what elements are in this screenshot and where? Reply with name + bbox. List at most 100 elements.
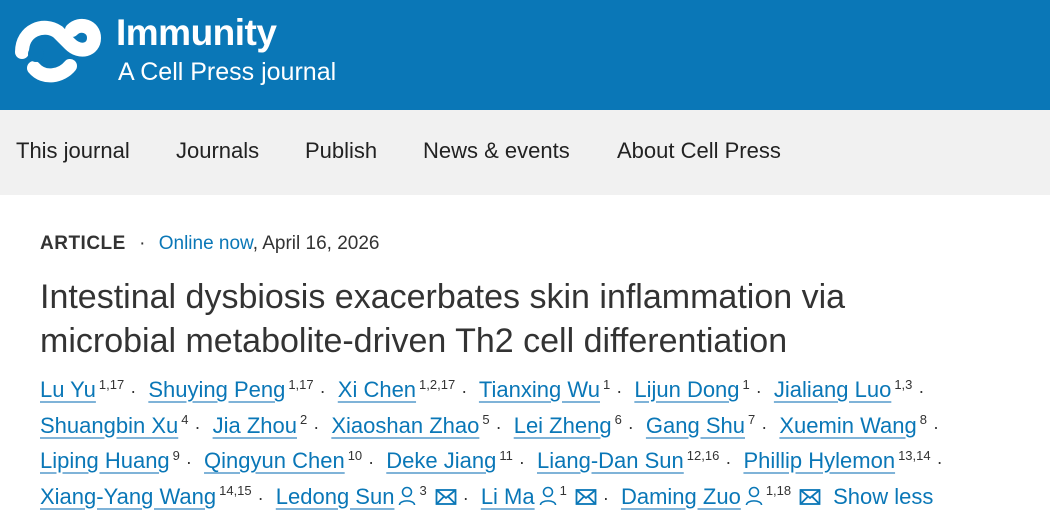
nav-news-events[interactable]: News & events [423,138,570,164]
affiliation-number[interactable]: 1,3 [894,377,912,392]
affiliation-number[interactable]: 1 [743,377,750,392]
nav-about-cell-press[interactable]: About Cell Press [617,138,781,164]
author-separator: · [518,452,525,472]
author-name-link[interactable]: Deke Jiang [386,448,496,473]
author-name-link[interactable]: Ledong Sun [276,484,395,509]
nav-this-journal[interactable]: This journal [16,138,130,164]
nav-journals[interactable]: Journals [176,138,259,164]
author-separator: · [602,487,609,508]
affiliation-number[interactable]: 9 [173,448,180,463]
person-icon[interactable] [539,482,557,517]
article-title-line-1: Intestinal dysbiosis exacerbates skin in… [40,278,846,316]
author-name-link[interactable]: Phillip Hylemon [743,448,895,473]
email-icon[interactable] [435,482,457,517]
journal-title[interactable]: Immunity [116,12,277,54]
author-entry: Shuangbin Xu 4 [40,413,188,438]
author-name-link[interactable]: Xuemin Wang [779,413,916,438]
author-separator: · [185,452,192,472]
affiliation-number[interactable]: 14,15 [219,483,252,498]
author-name-link[interactable]: Shuangbin Xu [40,413,178,438]
show-less-button[interactable]: Show less [833,484,933,509]
author-separator: · [194,416,201,437]
author-entry: Lu Yu 1,17 [40,377,124,402]
author-separator: · [495,416,502,437]
author-separator: · [319,381,326,401]
affiliation-number[interactable]: 3 [419,483,426,498]
author-name-link[interactable]: Li Ma [481,484,535,509]
author-entry: Shuying Peng 1,17 [148,377,313,402]
affiliation-number[interactable]: 1,17 [99,377,124,392]
affiliation-number[interactable]: 1,18 [766,483,791,498]
affiliation-number[interactable]: 5 [482,412,489,427]
author-list: Lu Yu 1,17 · Shuying Peng 1,17 · Xi Chen 1,2,… [40,373,1040,516]
author-separator: · [761,416,768,437]
affiliation-number[interactable]: 10 [348,448,362,463]
affiliation-number[interactable]: 2 [300,412,307,427]
author-separator: · [313,416,320,437]
author-entry: Xuemin Wang 8 [779,413,927,438]
affiliation-number[interactable]: 1,17 [288,377,313,392]
affiliation-number[interactable]: 1 [560,483,567,498]
author-entry: Xi Chen 1,2,17 [338,377,455,402]
author-entry: Xiang-Yang Wang 14,15 [40,484,252,509]
author-separator: · [462,487,469,508]
author-entry: Liping Huang 9 [40,448,180,473]
article-title-line-2: microbial metabolite-driven Th2 cell dif… [40,322,788,360]
affiliation-number[interactable]: 1 [603,377,610,392]
affiliation-number[interactable]: 4 [181,412,188,427]
author-name-link[interactable]: Lu Yu [40,377,96,402]
person-icon[interactable] [398,482,416,517]
author-separator: · [725,452,732,472]
author-name-link[interactable]: Lei Zheng [514,413,612,438]
affiliation-number[interactable]: 7 [748,412,755,427]
nav-publish[interactable]: Publish [305,138,377,164]
journal-subtitle: A Cell Press journal [118,58,337,86]
author-name-link[interactable]: Xi Chen [338,377,416,402]
author-separator: · [616,381,623,401]
author-name-link[interactable]: Xiaoshan Zhao [331,413,479,438]
main-nav: This journal Journals Publish News & eve… [0,110,1050,195]
affiliation-number[interactable]: 8 [920,412,927,427]
person-icon[interactable] [745,482,763,517]
author-separator: · [368,452,375,472]
author-entry: Phillip Hylemon 13,14 [743,448,930,473]
author-separator: · [755,381,762,401]
author-entry: Jialiang Luo 1,3 [774,377,913,402]
author-name-link[interactable]: Lijun Dong [634,377,739,402]
author-entry: Lijun Dong 1 [634,377,749,402]
author-name-link[interactable]: Liping Huang [40,448,170,473]
author-name-link[interactable]: Tianxing Wu [479,377,600,402]
author-name-link[interactable]: Liang-Dan Sun [537,448,684,473]
author-entry: Gang Shu 7 [646,413,755,438]
masthead: Immunity A Cell Press journal [0,0,1050,110]
cell-press-logo-icon[interactable] [12,10,102,90]
author-entry: Jia Zhou 2 [213,413,308,438]
affiliation-number[interactable]: 6 [615,412,622,427]
affiliation-number[interactable]: 12,16 [687,448,720,463]
author-entry: Ledong Sun 3 [276,484,457,509]
affiliation-number[interactable]: 13,14 [898,448,931,463]
email-icon[interactable] [799,482,821,517]
author-separator: · [936,452,943,472]
affiliation-number[interactable]: 11 [499,448,513,463]
author-entry: Xiaoshan Zhao 5 [331,413,489,438]
publication-date: , April 16, 2026 [252,233,380,254]
author-entry: Deke Jiang 11 [386,448,513,473]
author-separator: · [932,416,939,437]
author-separator: · [461,381,468,401]
author-name-link[interactable]: Daming Zuo [621,484,741,509]
author-name-link[interactable]: Xiang-Yang Wang [40,484,216,509]
author-name-link[interactable]: Shuying Peng [148,377,285,402]
author-entry: Tianxing Wu 1 [479,377,610,402]
author-separator: · [257,487,264,508]
author-name-link[interactable]: Gang Shu [646,413,745,438]
author-separator: · [918,381,925,401]
author-name-link[interactable]: Jia Zhou [213,413,297,438]
author-separator: · [627,416,634,437]
affiliation-number[interactable]: 1,2,17 [419,377,455,392]
online-status-link[interactable]: Online now [159,233,253,254]
author-name-link[interactable]: Jialiang Luo [774,377,891,402]
author-name-link[interactable]: Qingyun Chen [204,448,345,473]
email-icon[interactable] [575,482,597,517]
author-entry: Lei Zheng 6 [514,413,622,438]
